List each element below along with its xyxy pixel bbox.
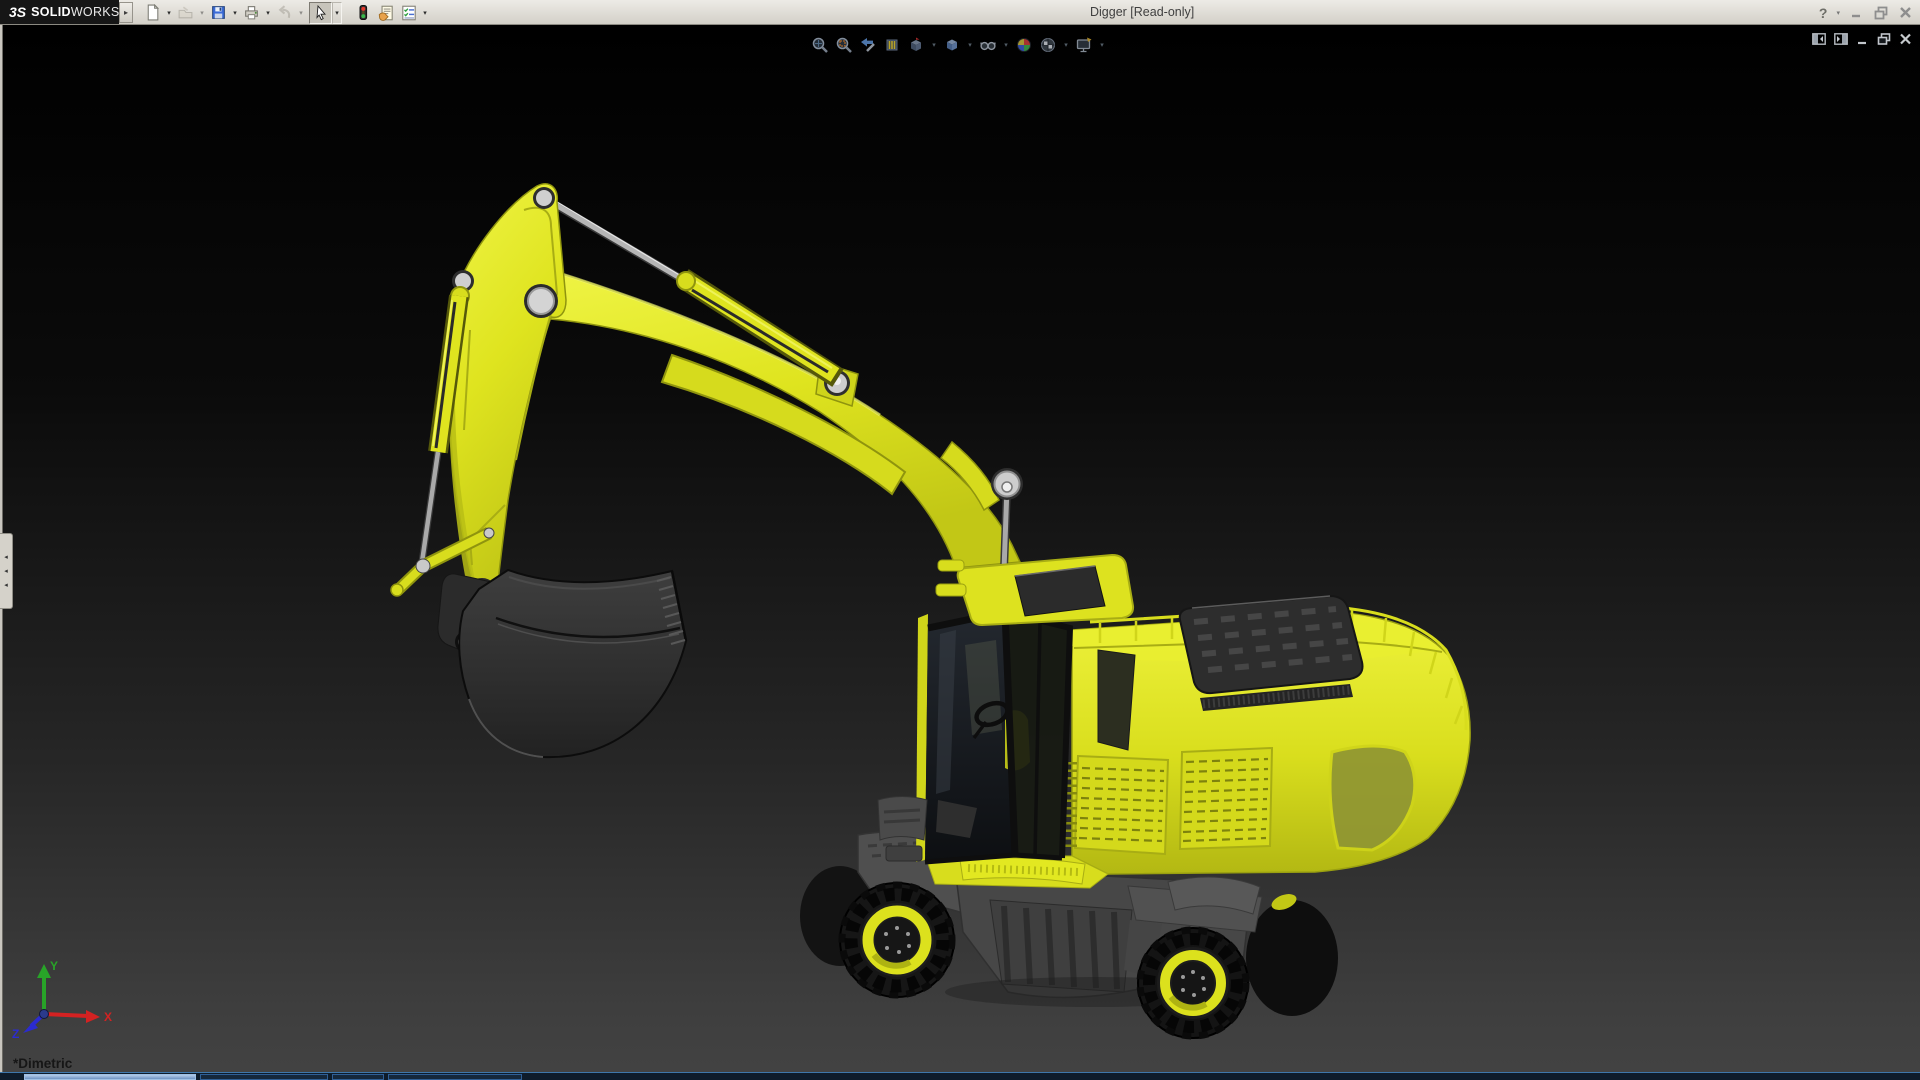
dassault-3ds-logo-icon: 3S <box>9 4 27 20</box>
wheel-rear[interactable] <box>1136 926 1250 1040</box>
save-button[interactable] <box>207 2 230 24</box>
open-folder-icon <box>178 6 193 19</box>
options-button[interactable] <box>397 2 420 24</box>
undo-icon <box>278 5 291 19</box>
3d-model-digger[interactable] <box>0 25 1920 1072</box>
save-floppy-icon <box>212 6 225 19</box>
collapse-arrow-icon: ◂ <box>4 567 8 575</box>
view-orientation-icon <box>911 37 921 51</box>
open-document-button[interactable] <box>174 2 197 24</box>
collapse-arrow-icon: ◂ <box>4 581 8 589</box>
restore-button[interactable] <box>1873 5 1889 20</box>
eyeglasses-icon <box>980 41 996 51</box>
help-dropdown[interactable]: ▾ <box>1836 9 1840 17</box>
file-properties-icon <box>378 5 393 21</box>
select-tool-group: ▾ <box>309 1 342 24</box>
brand-name-bold: SOLID <box>31 5 71 19</box>
dipper-arm[interactable] <box>449 183 567 599</box>
appearance-beachball-icon <box>1017 38 1031 52</box>
doc-close-button[interactable] <box>1899 33 1912 45</box>
view-settings-icon <box>1076 37 1092 53</box>
window-controls: ? ▾ <box>1819 0 1913 25</box>
menu-flyout-button[interactable]: ▸ <box>119 2 133 23</box>
windows-taskbar-edge[interactable] <box>0 1072 1920 1080</box>
view-settings-dropdown[interactable]: ▾ <box>1098 41 1106 49</box>
new-document-dropdown[interactable]: ▾ <box>164 2 174 24</box>
taskbar-button[interactable] <box>388 1074 522 1080</box>
select-cursor-icon <box>315 4 326 20</box>
boom-base-pin[interactable] <box>991 468 1023 500</box>
view-orientation-button[interactable] <box>906 35 926 55</box>
file-properties-button[interactable] <box>374 2 397 24</box>
display-style-dropdown[interactable]: ▾ <box>966 41 974 49</box>
display-style-icon <box>947 39 957 51</box>
taskbar-button[interactable] <box>24 1074 196 1080</box>
doc-minimize-button[interactable] <box>1856 33 1869 45</box>
new-document-button[interactable] <box>141 2 164 24</box>
undo-button[interactable] <box>273 2 296 24</box>
headsup-view-toolbar: ▾ ▾ ▾ ▾ ▾ <box>810 35 1106 55</box>
graphics-area[interactable]: ▾ ▾ ▾ ▾ ▾ ◂ ◂ ◂ Z X Y *Dimetric <box>0 25 1920 1072</box>
new-document-icon <box>147 4 160 21</box>
undo-dropdown[interactable]: ▾ <box>296 2 306 24</box>
zoom-to-fit-icon <box>812 37 828 53</box>
main-toolbar: ▾ ▾ ▾ ▾ ▾ ▾ ▾ <box>141 1 430 24</box>
triad-x-label: X <box>104 1010 112 1024</box>
bucket[interactable] <box>458 568 688 759</box>
options-dropdown[interactable]: ▾ <box>420 2 430 24</box>
engine-cover[interactable] <box>1178 594 1364 695</box>
options-checklist-icon <box>401 5 416 20</box>
save-dropdown[interactable]: ▾ <box>230 2 240 24</box>
wheel-front[interactable] <box>838 881 956 999</box>
select-tool-button[interactable] <box>309 1 332 24</box>
previous-view-icon <box>861 38 875 52</box>
brand-name-light: WORKS <box>70 5 120 19</box>
titlebar: 3S SOLID WORKS ▸ ▾ ▾ ▾ ▾ ▾ ▾ ▾ Digger [R… <box>0 0 1920 25</box>
open-document-dropdown[interactable]: ▾ <box>197 2 207 24</box>
hide-show-items-button[interactable] <box>978 35 998 55</box>
document-window-controls <box>1812 33 1912 45</box>
pane-toggle-right-button[interactable] <box>1834 33 1848 45</box>
doc-restore-button[interactable] <box>1877 33 1891 45</box>
close-button[interactable] <box>1898 5 1913 20</box>
section-view-icon <box>886 39 898 51</box>
previous-view-button[interactable] <box>858 35 878 55</box>
reference-triad: Z X Y <box>12 959 112 1041</box>
taskbar-button[interactable] <box>332 1074 384 1080</box>
zoom-to-area-button[interactable] <box>834 35 854 55</box>
print-icon <box>245 6 258 20</box>
view-orientation-label: *Dimetric <box>13 1056 73 1071</box>
traffic-light-icon <box>359 5 367 20</box>
help-button[interactable]: ? <box>1819 5 1828 21</box>
view-settings-button[interactable] <box>1074 35 1094 55</box>
document-title: Digger [Read-only] <box>1090 5 1195 19</box>
cab-roof <box>956 553 1135 627</box>
edit-appearance-button[interactable] <box>1014 35 1034 55</box>
hide-show-items-dropdown[interactable]: ▾ <box>1002 41 1010 49</box>
solidworks-logo: 3S SOLID WORKS <box>0 0 119 24</box>
pane-toggle-left-button[interactable] <box>1812 33 1826 45</box>
collapse-arrow-icon: ◂ <box>4 553 8 561</box>
print-dropdown[interactable]: ▾ <box>263 2 273 24</box>
apply-scene-button[interactable] <box>1038 35 1058 55</box>
taskbar-button[interactable] <box>200 1074 328 1080</box>
minimize-button[interactable] <box>1849 5 1864 20</box>
apply-scene-dropdown[interactable]: ▾ <box>1062 41 1070 49</box>
boom[interactable] <box>536 270 1023 571</box>
section-view-button[interactable] <box>882 35 902 55</box>
zoom-to-area-icon <box>836 37 852 53</box>
display-style-button[interactable] <box>942 35 962 55</box>
select-tool-dropdown[interactable]: ▾ <box>332 1 342 24</box>
triad-y-label: Y <box>50 959 58 973</box>
feature-tree-collapse-tab[interactable]: ◂ ◂ ◂ <box>0 533 13 609</box>
view-orientation-dropdown[interactable]: ▾ <box>930 41 938 49</box>
zoom-to-fit-button[interactable] <box>810 35 830 55</box>
apply-scene-icon <box>1041 38 1055 52</box>
rebuild-button[interactable] <box>351 2 374 24</box>
print-button[interactable] <box>240 2 263 24</box>
triad-z-label: Z <box>12 1027 19 1041</box>
solidworks-window: 3S SOLID WORKS ▸ ▾ ▾ ▾ ▾ ▾ ▾ ▾ Digger [R… <box>0 0 1920 1080</box>
